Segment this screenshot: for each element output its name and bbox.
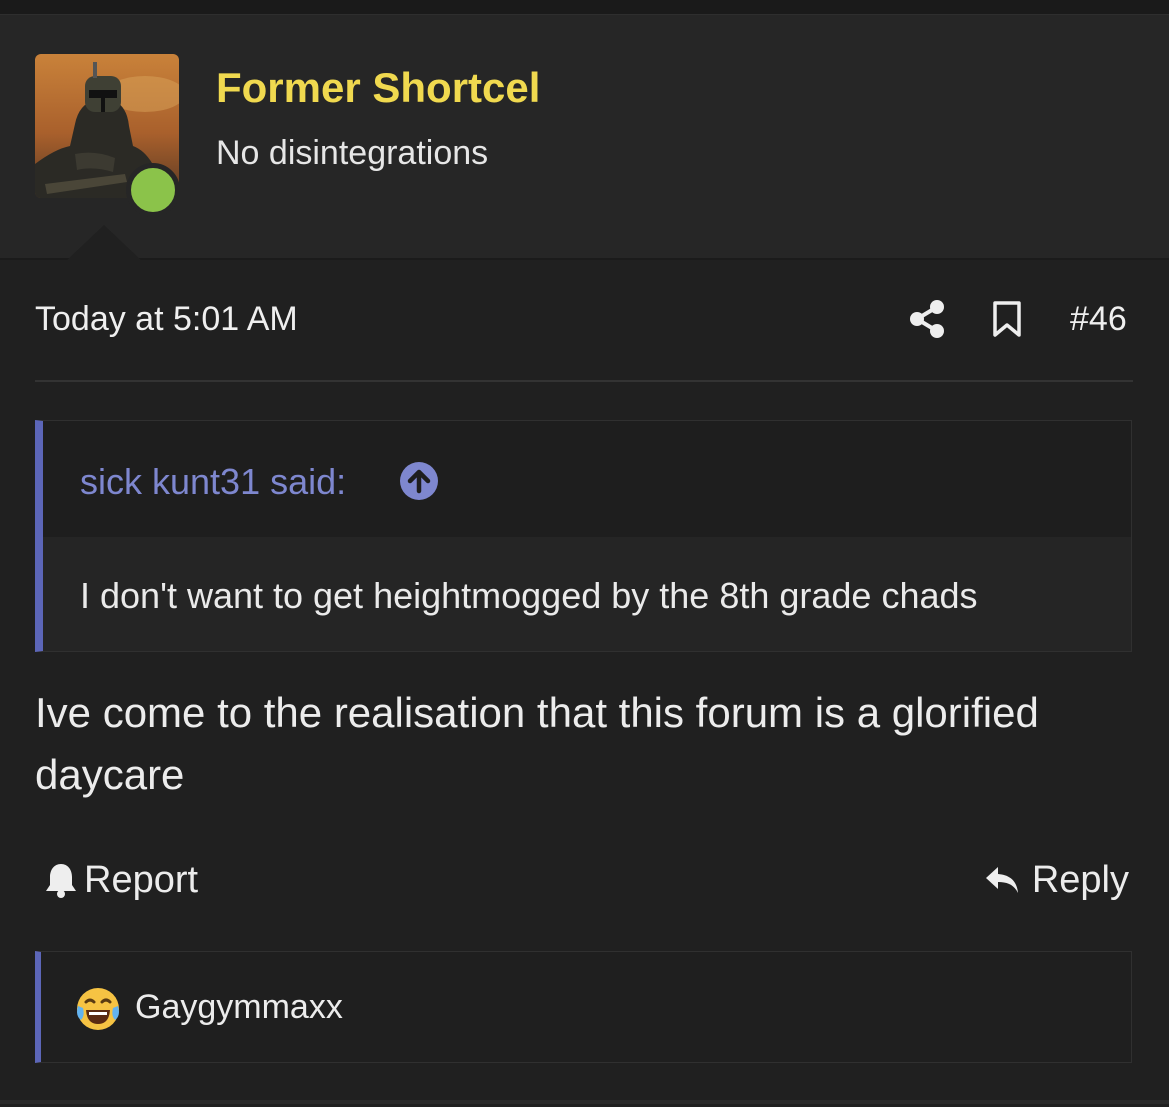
bookmark-icon[interactable] xyxy=(992,300,1022,338)
reactions-bar[interactable]: Gaygymmaxx xyxy=(35,951,1132,1063)
quote-text: I don't want to get heightmogged by the … xyxy=(80,575,978,616)
post-message: Ive come to the realisation that this fo… xyxy=(35,689,1039,798)
share-icon[interactable] xyxy=(908,298,946,340)
bottom-rule xyxy=(0,1100,1169,1104)
bell-icon xyxy=(46,864,76,898)
report-label: Report xyxy=(84,858,199,901)
quote-block: sick kunt31 said: I don't want to get he… xyxy=(35,420,1132,652)
online-status-dot xyxy=(126,163,180,217)
author-user-title: No disintegrations xyxy=(216,134,489,172)
laughing-crying-emoji-icon xyxy=(77,988,119,1030)
post-number[interactable]: #46 xyxy=(1070,300,1127,339)
reply-arrow-icon xyxy=(985,867,1018,893)
divider xyxy=(35,380,1133,382)
author-name[interactable]: Former Shortcel xyxy=(216,64,540,112)
jump-to-quote-icon[interactable] xyxy=(400,462,438,500)
reply-label: Reply xyxy=(1031,858,1129,901)
quote-header: sick kunt31 said: xyxy=(43,421,1131,537)
report-button[interactable]: Report xyxy=(44,858,198,902)
header-pointer xyxy=(66,225,142,261)
reply-button[interactable]: Reply xyxy=(984,858,1129,902)
reaction-username[interactable]: Gaygymmaxx xyxy=(135,988,343,1027)
top-strip xyxy=(0,0,1169,15)
quote-author[interactable]: sick kunt31 said: xyxy=(80,461,346,503)
post-date[interactable]: Today at 5:01 AM xyxy=(35,300,298,339)
